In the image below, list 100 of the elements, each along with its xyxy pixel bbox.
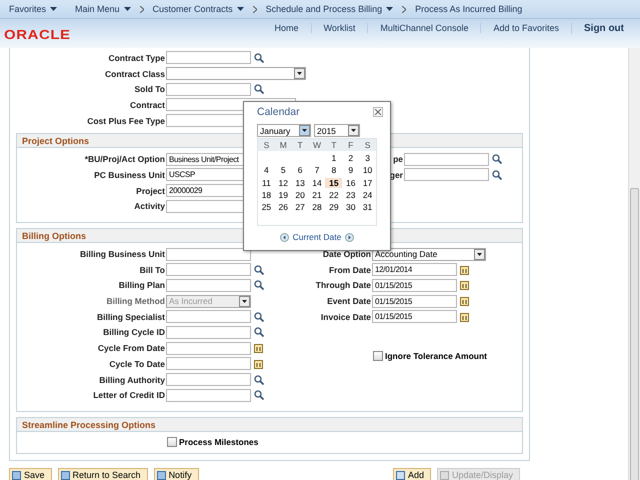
calendar-day[interactable]: 25 <box>258 202 275 212</box>
input-field[interactable] <box>166 51 251 64</box>
input-field[interactable] <box>166 388 251 402</box>
input-field[interactable]: 01/15/2015 <box>372 310 457 324</box>
calendar-day[interactable]: 9 <box>342 165 360 176</box>
calendar-day[interactable]: 29 <box>325 202 342 212</box>
calendar-day[interactable]: 10 <box>359 165 376 176</box>
dropdown[interactable] <box>166 67 306 80</box>
calendar-day[interactable]: 28 <box>308 202 326 212</box>
input-field[interactable] <box>166 82 251 96</box>
checkbox[interactable] <box>373 350 383 361</box>
calendar-day[interactable]: 24 <box>359 190 376 200</box>
search-icon[interactable] <box>254 327 264 338</box>
field-label: Billing Method <box>105 296 165 306</box>
calendar-day[interactable]: 17 <box>359 178 376 188</box>
calendar-icon[interactable] <box>460 280 469 290</box>
calendar-day[interactable]: 30 <box>342 202 360 212</box>
input-field[interactable] <box>166 278 251 292</box>
toolbar-button[interactable]: Return to Search <box>58 468 148 480</box>
input-field[interactable] <box>404 168 489 182</box>
calendar-day[interactable]: 19 <box>274 190 292 200</box>
field-label: From Date <box>328 264 371 275</box>
checkbox[interactable] <box>167 437 177 448</box>
search-icon[interactable] <box>254 280 264 290</box>
weekday-label: T <box>296 140 304 150</box>
chevron-icon <box>402 6 406 12</box>
header-link[interactable]: Sign out <box>571 22 636 34</box>
input-field[interactable] <box>166 326 251 339</box>
calendar-day[interactable]: 23 <box>342 190 360 200</box>
field-label: Billing Cycle ID <box>102 327 165 338</box>
calendar-day[interactable]: 22 <box>325 190 342 200</box>
input-field[interactable] <box>166 373 251 386</box>
year-dropdown[interactable]: 2015 <box>314 124 360 137</box>
field-label: Cost Plus Fee Type <box>86 116 165 126</box>
chevron-icon <box>140 6 144 12</box>
previous-icon[interactable] <box>280 232 289 242</box>
checkbox-label: Ignore Tolerance Amount <box>385 350 488 361</box>
input-field[interactable]: 01/15/2015 <box>372 294 457 308</box>
month-dropdown[interactable]: January <box>257 124 311 137</box>
search-icon[interactable] <box>254 374 264 385</box>
close-button[interactable] <box>373 107 383 117</box>
header-link[interactable]: Worklist <box>310 23 368 33</box>
header-link[interactable]: Add to Favorites <box>480 23 571 33</box>
next-icon[interactable] <box>345 232 354 242</box>
input-field[interactable] <box>166 310 251 324</box>
calendar-day[interactable]: 3 <box>359 153 376 164</box>
input-field[interactable] <box>166 263 251 276</box>
calendar-day[interactable]: 26 <box>274 202 292 212</box>
search-icon[interactable] <box>492 170 502 180</box>
field-label: Billing Business Unit <box>78 249 165 260</box>
search-icon[interactable] <box>254 84 264 94</box>
calendar-icon[interactable] <box>460 296 469 306</box>
calendar-day[interactable]: 16 <box>342 178 360 188</box>
field-label: Bill To <box>138 264 165 275</box>
calendar-day[interactable]: 8 <box>325 165 342 176</box>
input-field[interactable]: 01/15/2015 <box>372 278 457 292</box>
scrollbar[interactable] <box>628 48 640 480</box>
search-icon[interactable] <box>254 52 264 63</box>
toolbar-button[interactable]: Save <box>9 468 52 480</box>
calendar-day[interactable]: 31 <box>359 202 376 212</box>
search-icon[interactable] <box>492 154 502 164</box>
breadcrumb-item[interactable]: Main Menu <box>66 4 140 14</box>
calendar-icon[interactable] <box>254 358 263 369</box>
breadcrumb-item[interactable]: Customer Contracts <box>144 4 253 14</box>
weekday-label: S <box>364 140 372 150</box>
breadcrumb-item[interactable]: Process As Incurred Billing <box>406 4 532 14</box>
field-label: Contract Class <box>104 68 165 79</box>
search-icon[interactable] <box>254 390 264 400</box>
field-label: Contract Type <box>107 52 165 63</box>
field-label: Billing Specialist <box>96 312 165 322</box>
calendar-icon[interactable] <box>460 264 469 275</box>
calendar-day[interactable]: 4 <box>258 165 275 176</box>
search-icon[interactable] <box>254 312 264 322</box>
breadcrumb-item[interactable]: Favorites <box>0 4 66 14</box>
toolbar-button[interactable]: Add <box>392 468 431 480</box>
calendar-day[interactable]: 7 <box>308 165 326 176</box>
calendar-icon[interactable] <box>460 312 469 322</box>
calendar-day[interactable]: 1 <box>325 153 342 164</box>
weekday-label: T <box>330 140 338 150</box>
header-link[interactable]: MultiChannel Console <box>367 23 480 33</box>
calendar-day[interactable]: 15 <box>325 178 342 188</box>
input-field[interactable] <box>166 342 251 355</box>
calendar-day[interactable]: 21 <box>308 190 326 200</box>
input-field[interactable]: 12/01/2014 <box>372 263 457 276</box>
input-field[interactable] <box>166 357 251 370</box>
header-link[interactable]: Home <box>262 23 311 33</box>
dropdown[interactable]: Accounting Date <box>372 248 486 261</box>
calendar-day[interactable]: 14 <box>308 178 326 188</box>
calendar-day[interactable]: 27 <box>292 202 309 212</box>
input-field[interactable] <box>166 248 251 261</box>
toolbar-button[interactable]: Notify <box>154 468 199 480</box>
search-icon[interactable] <box>254 264 264 275</box>
calendar-day[interactable]: 18 <box>258 190 275 200</box>
weekday-label: F <box>347 140 354 150</box>
calendar-day[interactable]: 2 <box>342 153 360 164</box>
input-field[interactable] <box>404 152 489 166</box>
calendar-day[interactable]: 5 <box>274 165 292 176</box>
current-date-link[interactable]: Current Date <box>292 232 342 242</box>
calendar-icon[interactable] <box>254 343 263 354</box>
breadcrumb-item[interactable]: Schedule and Process Billing <box>256 4 402 14</box>
